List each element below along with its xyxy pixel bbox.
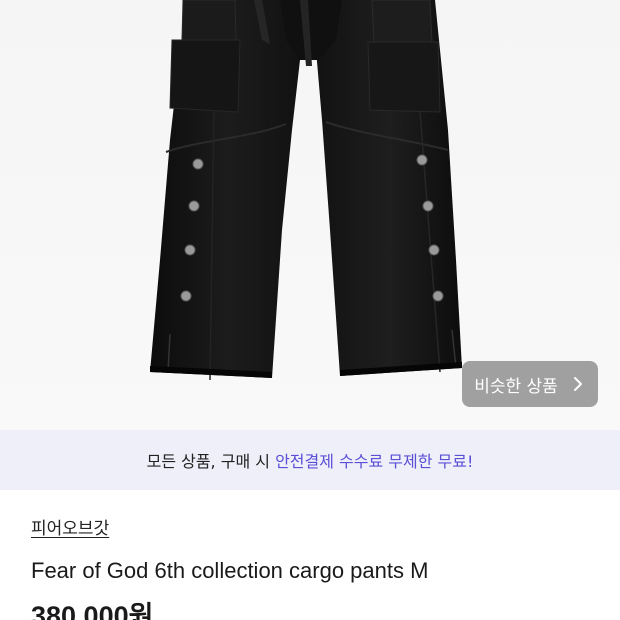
banner-highlight: 안전결제 수수료 무제한 무료!: [275, 452, 474, 471]
shop-name-link[interactable]: 피어오브갓: [31, 514, 109, 539]
safe-payment-banner[interactable]: 모든 상품, 구매 시 안전결제 수수료 무제한 무료!: [0, 430, 620, 490]
chevron-right-icon: [570, 376, 586, 392]
product-info: 피어오브갓 Fear of God 6th collection cargo p…: [0, 490, 620, 620]
banner-prefix: 모든 상품, 구매 시: [146, 452, 276, 471]
right-cargo-pocket: [371, 0, 433, 43]
left-cargo-pocket: [181, 0, 237, 41]
product-image[interactable]: 비슷한 상품: [0, 0, 620, 430]
product-price: 380,000원: [31, 601, 154, 620]
product-title: Fear of God 6th collection cargo pants M: [31, 558, 429, 583]
similar-products-label: 비슷한 상품: [474, 376, 558, 397]
product-detail-page: 비슷한 상품 모든 상품, 구매 시 안전결제 수수료 무제한 무료! 피어오브…: [0, 0, 620, 620]
similar-products-button[interactable]: 비슷한 상품: [462, 361, 598, 407]
